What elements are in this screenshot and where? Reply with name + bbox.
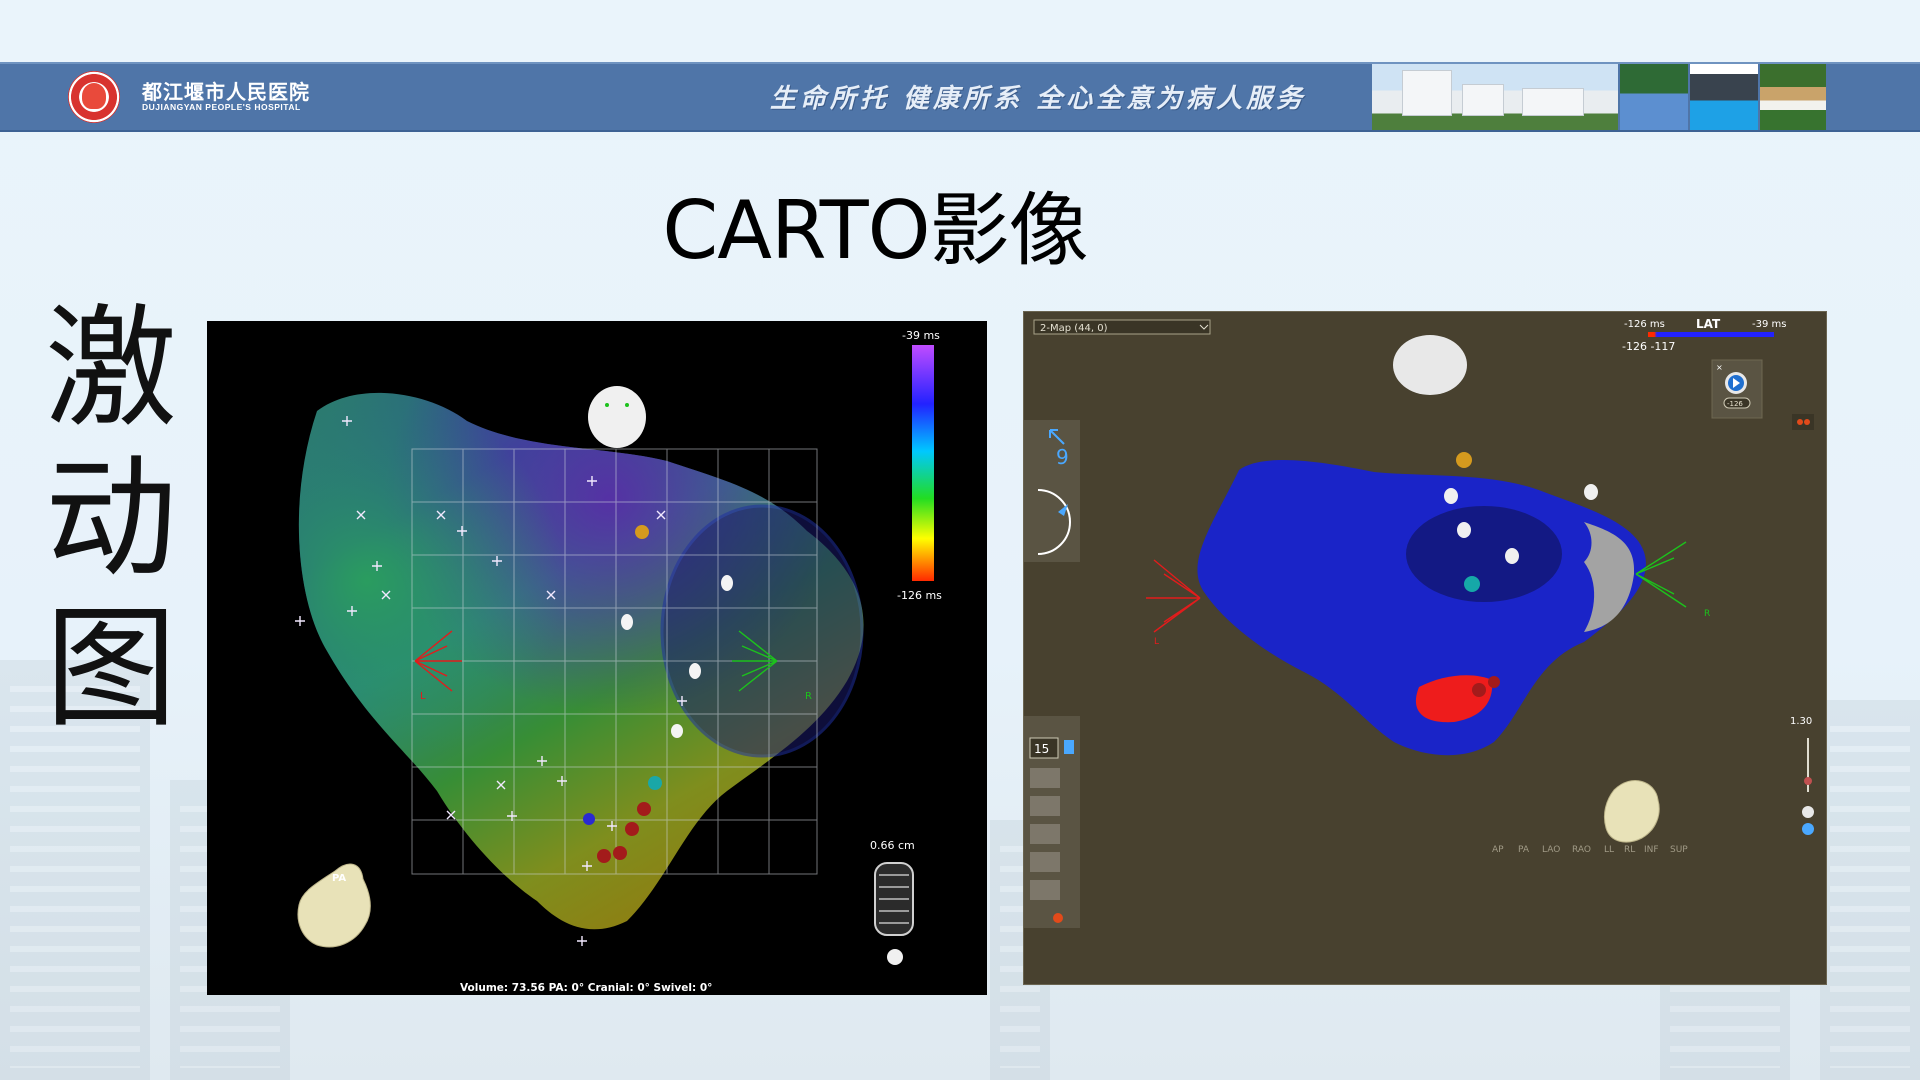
view-button-ll[interactable]: LL bbox=[1604, 845, 1614, 855]
heart-geometry bbox=[1197, 460, 1646, 756]
color-scale-bar: -39 ms -126 ms bbox=[897, 329, 942, 602]
hospital-photo-1 bbox=[1372, 64, 1618, 130]
activation-map-left: L R -39 ms -126 ms PA 0.66 cm Volume: 73… bbox=[207, 321, 987, 995]
left-marker-label: L bbox=[1154, 637, 1159, 647]
paint-icon bbox=[1053, 913, 1063, 923]
activation-map-right: 2-Map (44, 0) -126 ms LAT -39 ms -126 -1… bbox=[1023, 311, 1827, 985]
view-button-lao[interactable]: LAO bbox=[1542, 845, 1560, 855]
layers-icon[interactable] bbox=[1792, 414, 1814, 430]
header-banner: 都江堰市人民医院 DUJIANGYAN PEOPLE'S HOSPITAL 生命… bbox=[0, 62, 1920, 132]
tool-button[interactable] bbox=[1030, 768, 1060, 788]
lat-max-label: -39 ms bbox=[1752, 319, 1786, 330]
torso-orientation-icon: PA bbox=[297, 863, 371, 948]
hospital-photo-3 bbox=[1690, 64, 1758, 130]
activation-map-left-canvas: L R -39 ms -126 ms PA 0.66 cm Volume: 73… bbox=[295, 329, 942, 994]
status-line: Volume: 73.56 PA: 0° Cranial: 0° Swivel:… bbox=[460, 982, 712, 994]
distance-label: 0.66 cm bbox=[870, 839, 915, 852]
play-value-label: -126 bbox=[1727, 400, 1743, 408]
map-select-label: 2-Map (44, 0) bbox=[1040, 323, 1108, 334]
lock-icon bbox=[1064, 740, 1074, 754]
playback-control[interactable]: × -126 bbox=[1711, 359, 1763, 419]
activation-map-right-canvas: 2-Map (44, 0) -126 ms LAT -39 ms -126 -1… bbox=[1024, 317, 1814, 928]
side-label-char: 动 bbox=[45, 442, 177, 596]
right-marker-label: R bbox=[1704, 609, 1710, 619]
distance-indicator: 0.66 cm bbox=[870, 839, 915, 965]
speed-value-label: 9 bbox=[1056, 445, 1069, 469]
hospital-logo bbox=[68, 71, 120, 123]
orientation-label: PA bbox=[332, 873, 346, 884]
right-marker-label: R bbox=[805, 691, 812, 702]
hospital-photo-2 bbox=[1620, 64, 1688, 130]
hospital-photo-4 bbox=[1760, 64, 1826, 130]
view-button-rao[interactable]: RAO bbox=[1572, 845, 1591, 855]
svg-text:×: × bbox=[1716, 363, 1723, 372]
lat-legend: -126 ms LAT -39 ms -126 -117 bbox=[1622, 317, 1786, 353]
tool-button[interactable] bbox=[1030, 852, 1060, 872]
view-button-rl[interactable]: RL bbox=[1624, 845, 1635, 855]
head-orientation-icon bbox=[1393, 335, 1467, 395]
scale-top-label: -39 ms bbox=[902, 329, 940, 342]
lat-label: LAT bbox=[1696, 317, 1721, 331]
view-button-inf[interactable]: INF bbox=[1644, 845, 1659, 855]
tool-button[interactable] bbox=[1030, 880, 1060, 900]
scale-bottom-label: -126 ms bbox=[897, 589, 942, 602]
tool-number-label: 15 bbox=[1034, 742, 1049, 756]
view-button-ap[interactable]: AP bbox=[1492, 845, 1504, 855]
view-button-pa[interactable]: PA bbox=[1518, 845, 1530, 855]
tool-button[interactable] bbox=[1030, 824, 1060, 844]
zoom-slider[interactable]: 1.30 bbox=[1790, 716, 1814, 835]
side-label: 激 动 图 bbox=[36, 294, 186, 744]
tool-button[interactable] bbox=[1030, 796, 1060, 816]
view-buttons[interactable]: AP PA LAO RAO LL RL INF SUP bbox=[1492, 845, 1688, 855]
torso-orientation-icon bbox=[1603, 780, 1660, 843]
side-label-char: 图 bbox=[45, 592, 177, 746]
lat-min-label: -126 ms bbox=[1624, 319, 1665, 330]
side-label-char: 激 bbox=[45, 292, 177, 446]
window-values-label: -126 -117 bbox=[1622, 340, 1675, 353]
view-button-sup[interactable]: SUP bbox=[1670, 845, 1688, 855]
zoom-value-label: 1.30 bbox=[1790, 716, 1812, 727]
left-marker-label: L bbox=[420, 691, 426, 702]
map-select-dropdown[interactable]: 2-Map (44, 0) bbox=[1033, 319, 1211, 335]
hospital-name-en: DUJIANGYAN PEOPLE'S HOSPITAL bbox=[142, 102, 301, 112]
head-orientation-icon bbox=[588, 386, 646, 448]
hospital-name-cn: 都江堰市人民医院 bbox=[142, 80, 310, 104]
tool-palette[interactable]: 15 bbox=[1024, 716, 1080, 928]
slide-title: CARTO影像 bbox=[662, 184, 1088, 277]
rotation-widget[interactable]: 9 bbox=[1024, 420, 1080, 562]
hospital-slogan: 生命所托 健康所系 全心全意为病人服务 bbox=[770, 84, 1307, 114]
